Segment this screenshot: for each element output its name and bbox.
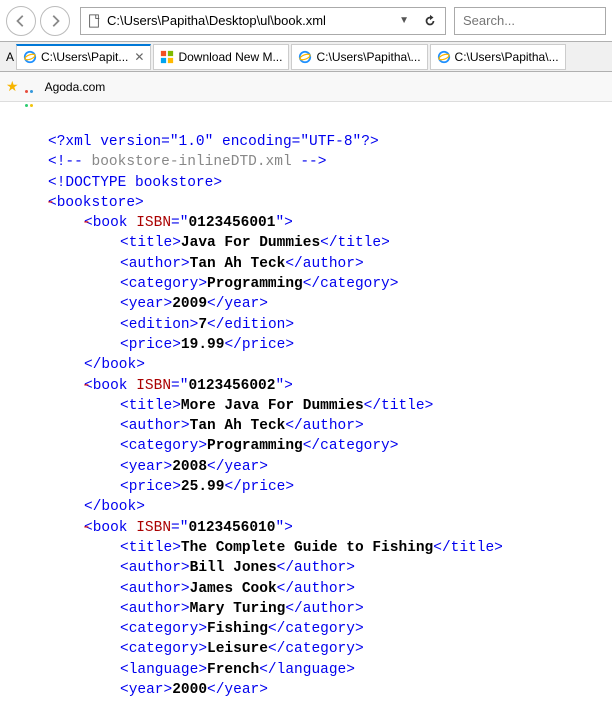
- ie-icon: [23, 50, 37, 64]
- arrow-left-icon: [14, 14, 28, 28]
- xml-element: <year>2008</year>: [30, 457, 592, 477]
- xml-element: <edition>7</edition>: [30, 315, 592, 335]
- xml-element: <category>Programming</category>: [30, 436, 592, 456]
- arrow-right-icon: [48, 14, 62, 28]
- xml-element: <author>Bill Jones</author>: [30, 558, 592, 578]
- xml-element: <category>Programming</category>: [30, 274, 592, 294]
- favorites-star-icon[interactable]: ★: [6, 78, 19, 95]
- address-dropdown[interactable]: ▼: [393, 15, 415, 26]
- favorite-item[interactable]: Agoda.com: [25, 80, 106, 94]
- collapse-toggle[interactable]: -: [82, 376, 91, 396]
- xml-element: <title>The Complete Guide to Fishing</ti…: [30, 538, 592, 558]
- collapse-toggle[interactable]: -: [82, 213, 91, 233]
- xml-doctype: <!DOCTYPE bookstore>: [30, 173, 592, 193]
- tab-1[interactable]: C:\Users\Papit... ✕: [16, 44, 151, 70]
- tab-label: C:\Users\Papit...: [41, 50, 128, 64]
- refresh-button[interactable]: [415, 14, 445, 28]
- xml-element: <author>James Cook</author>: [30, 579, 592, 599]
- ie-icon: [437, 50, 451, 64]
- xml-element: <title>Java For Dummies</title>: [30, 233, 592, 253]
- close-icon[interactable]: ✕: [134, 50, 144, 64]
- collapse-toggle[interactable]: -: [82, 518, 91, 538]
- xml-book-close: </book>: [30, 497, 592, 517]
- xml-book-open: -<book ISBN="0123456002">: [30, 376, 592, 396]
- xml-viewer: <?xml version="1.0" encoding="UTF-8"?><!…: [0, 102, 612, 710]
- agoda-icon: [25, 82, 39, 92]
- tab-3[interactable]: C:\Users\Papitha\...: [291, 44, 427, 70]
- tab-2[interactable]: Download New M...: [153, 44, 289, 70]
- tabstrip-prefix: A: [4, 50, 16, 64]
- browser-toolbar: C:\Users\Papitha\Desktop\ul\book.xml ▼: [0, 0, 612, 42]
- favorite-label: Agoda.com: [45, 80, 106, 94]
- search-input[interactable]: [455, 13, 605, 28]
- tab-4[interactable]: C:\Users\Papitha\...: [430, 44, 566, 70]
- xml-element: <category>Fishing</category>: [30, 619, 592, 639]
- xml-element: <price>25.99</price>: [30, 477, 592, 497]
- xml-comment: <!-- bookstore-inlineDTD.xml -->: [30, 152, 592, 172]
- collapse-toggle[interactable]: -: [46, 193, 55, 213]
- forward-button[interactable]: [40, 6, 70, 36]
- xml-element: <year>2009</year>: [30, 294, 592, 314]
- xml-element: <author>Tan Ah Teck</author>: [30, 416, 592, 436]
- search-box[interactable]: [454, 7, 606, 35]
- xml-element: <author>Tan Ah Teck</author>: [30, 254, 592, 274]
- xml-element: <title>More Java For Dummies</title>: [30, 396, 592, 416]
- xml-element: <language>French</language>: [30, 660, 592, 680]
- xml-book-close: </book>: [30, 355, 592, 375]
- tab-label: Download New M...: [178, 50, 282, 64]
- xml-prolog: <?xml version="1.0" encoding="UTF-8"?>: [30, 132, 592, 152]
- back-button[interactable]: [6, 6, 36, 36]
- xml-element: <price>19.99</price>: [30, 335, 592, 355]
- file-icon: [81, 14, 107, 28]
- windows-icon: [160, 50, 174, 64]
- xml-element: <author>Mary Turing</author>: [30, 599, 592, 619]
- xml-element: <category>Leisure</category>: [30, 639, 592, 659]
- xml-root-open: -<bookstore>: [30, 193, 592, 213]
- xml-element: <year>2000</year>: [30, 680, 592, 700]
- refresh-icon: [423, 14, 437, 28]
- address-bar[interactable]: C:\Users\Papitha\Desktop\ul\book.xml ▼: [80, 7, 446, 35]
- xml-book-open: -<book ISBN="0123456010">: [30, 518, 592, 538]
- address-text: C:\Users\Papitha\Desktop\ul\book.xml: [107, 13, 393, 28]
- tab-strip: A C:\Users\Papit... ✕ Download New M... …: [0, 42, 612, 72]
- tab-label: C:\Users\Papitha\...: [316, 50, 420, 64]
- ie-icon: [298, 50, 312, 64]
- tab-label: C:\Users\Papitha\...: [455, 50, 559, 64]
- xml-book-open: -<book ISBN="0123456001">: [30, 213, 592, 233]
- favorites-bar: ★ Agoda.com: [0, 72, 612, 102]
